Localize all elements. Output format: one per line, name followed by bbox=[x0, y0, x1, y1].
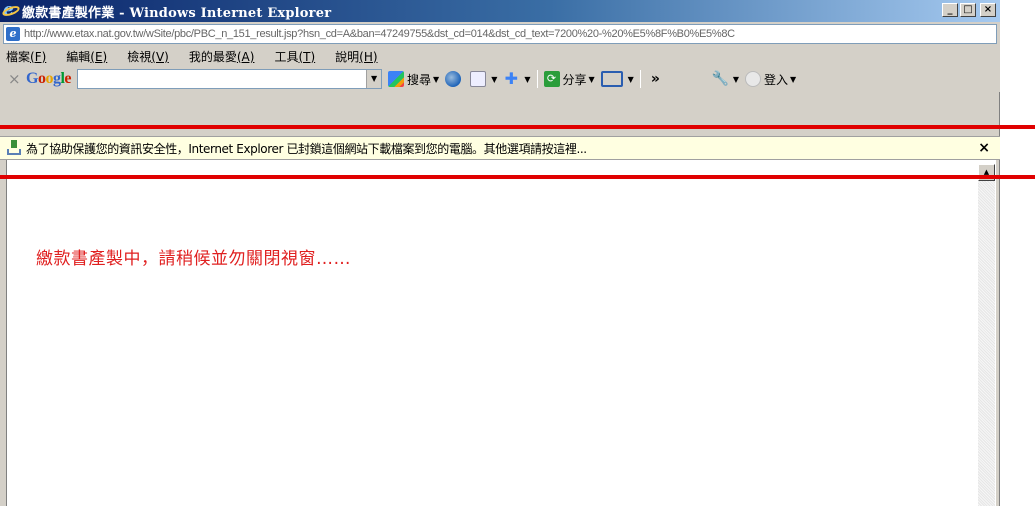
infobar-message[interactable]: 為了協助保護您的資訊安全性，Internet Explorer 已封鎖這個網站下… bbox=[26, 140, 587, 157]
title-bar[interactable]: e 繳款書產製作業 - Windows Internet Explorer _ … bbox=[0, 0, 1000, 22]
toolbar-close-icon[interactable]: × bbox=[8, 70, 26, 88]
infobar-close-icon[interactable]: × bbox=[978, 140, 990, 156]
page-icon: e bbox=[6, 27, 20, 41]
close-button[interactable]: × bbox=[980, 3, 996, 17]
menu-file[interactable]: 檔案(F) bbox=[6, 48, 46, 65]
menu-bar: 檔案(F) 編輯(E) 檢視(V) 我的最愛(A) 工具(T) 說明(H) bbox=[0, 46, 1000, 66]
toolbar-separator bbox=[639, 70, 641, 88]
page-content bbox=[6, 160, 996, 506]
minimize-button[interactable]: _ bbox=[942, 3, 958, 17]
window-controls: _ □ × bbox=[942, 3, 996, 17]
generating-message: 繳款書產製中，請稍候並勿關閉視窗…… bbox=[36, 249, 351, 269]
share-button[interactable]: ⟳ 分享 ▼ bbox=[543, 71, 595, 88]
page-menu-button[interactable]: ▼ bbox=[470, 71, 497, 87]
menu-edit[interactable]: 編輯(E) bbox=[66, 48, 107, 65]
google-logo: Google bbox=[26, 70, 72, 87]
share-icon: ⟳ bbox=[543, 71, 560, 87]
browser-window: e 繳款書產製作業 - Windows Internet Explorer _ … bbox=[0, 0, 1000, 506]
google-toolbar: × Google ▼ 搜尋 ▼ ▼ ✚ ▼ ⟳ 分享 ▼ ▼ » 🔧 ▼ 登入 … bbox=[0, 66, 1000, 92]
google-search-input[interactable]: ▼ bbox=[77, 69, 383, 89]
add-button[interactable]: ✚ ▼ bbox=[503, 69, 531, 88]
monitor-icon bbox=[600, 71, 623, 87]
plus-icon: ✚ bbox=[504, 69, 519, 88]
annotation-line-bottom bbox=[0, 175, 1035, 179]
user-circle-icon bbox=[745, 71, 762, 87]
maximize-button[interactable]: □ bbox=[960, 3, 976, 17]
menu-help[interactable]: 說明(H) bbox=[335, 48, 377, 65]
annotation-line-top bbox=[0, 125, 1035, 129]
settings-button[interactable]: 🔧 ▼ bbox=[712, 71, 739, 87]
toolbar-separator bbox=[536, 70, 538, 88]
address-field[interactable]: e http://www.etax.nat.gov.tw/wSite/pbc/P… bbox=[3, 24, 997, 44]
ie-logo-icon: e bbox=[1, 0, 21, 20]
globe-button[interactable] bbox=[445, 71, 464, 87]
download-blocked-icon bbox=[6, 140, 22, 156]
menu-view[interactable]: 檢視(V) bbox=[127, 48, 169, 65]
globe-icon bbox=[445, 71, 462, 87]
address-bar: e http://www.etax.nat.gov.tw/wSite/pbc/P… bbox=[0, 22, 1000, 46]
menu-tools[interactable]: 工具(T) bbox=[274, 48, 315, 65]
information-bar[interactable]: 為了協助保護您的資訊安全性，Internet Explorer 已封鎖這個網站下… bbox=[0, 136, 1000, 160]
signin-button[interactable]: 登入 ▼ bbox=[745, 71, 796, 88]
wrench-icon: 🔧 bbox=[711, 71, 730, 87]
sidebar-button[interactable]: ▼ bbox=[600, 71, 634, 87]
document-icon bbox=[470, 71, 487, 87]
google-search-icon bbox=[388, 71, 405, 87]
menu-favorites[interactable]: 我的最愛(A) bbox=[189, 48, 255, 65]
window-title: 繳款書產製作業 - Windows Internet Explorer bbox=[22, 5, 332, 21]
search-dropdown-icon[interactable]: ▼ bbox=[366, 70, 382, 88]
more-chevron-icon[interactable]: » bbox=[651, 71, 660, 87]
address-url[interactable]: http://www.etax.nat.gov.tw/wSite/pbc/PBC… bbox=[24, 28, 735, 40]
google-search-button[interactable]: 搜尋 ▼ bbox=[388, 71, 439, 88]
vertical-scrollbar[interactable]: ▲ bbox=[978, 164, 995, 506]
